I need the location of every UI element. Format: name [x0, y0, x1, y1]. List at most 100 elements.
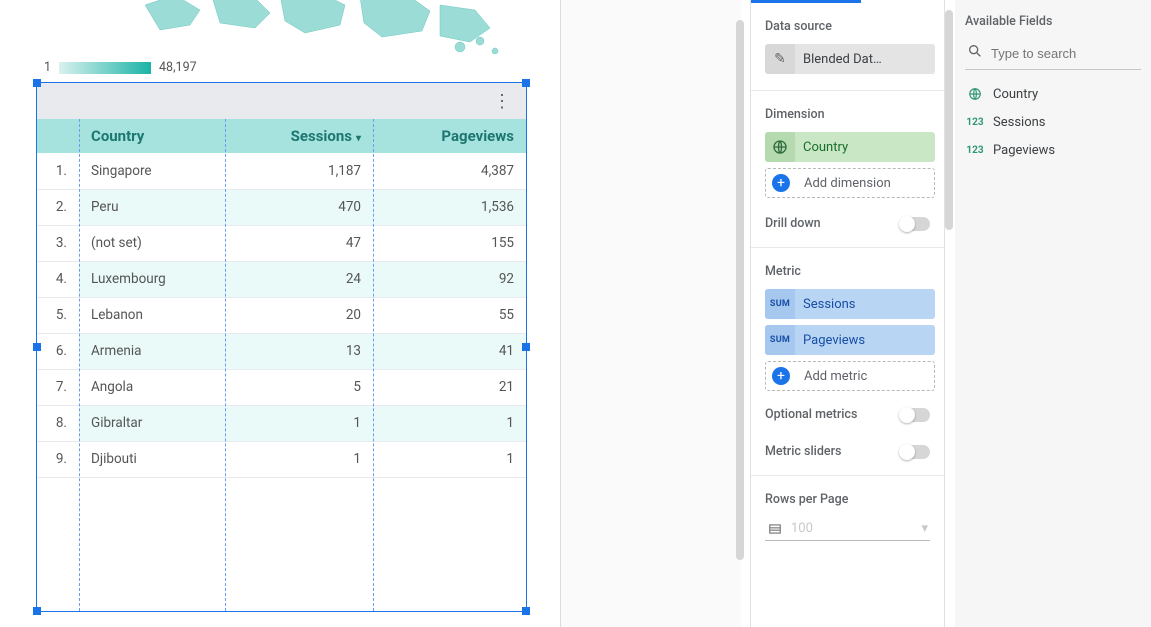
add-metric-button[interactable]: + Add metric	[765, 361, 935, 391]
row-sessions: 47	[225, 225, 373, 261]
config-panel: Data source ✎ Blended Dat… Dimension Cou…	[750, 0, 945, 627]
table-row[interactable]: 8.Gibraltar11	[37, 405, 526, 441]
row-sessions: 1	[225, 405, 373, 441]
canvas-gutter	[561, 0, 741, 627]
add-dimension-label: Add dimension	[796, 176, 934, 191]
plus-icon: +	[772, 367, 790, 385]
row-country: Peru	[79, 189, 225, 225]
number-icon: 123	[965, 145, 985, 156]
row-sessions: 20	[225, 297, 373, 333]
row-index: 7.	[37, 369, 79, 405]
col-sessions[interactable]: Sessions	[225, 119, 373, 153]
number-icon: 123	[965, 117, 985, 128]
row-sessions: 24	[225, 261, 373, 297]
plus-icon: +	[772, 174, 790, 192]
field-item[interactable]: 123 Pageviews	[965, 136, 1141, 164]
resize-handle[interactable]	[33, 343, 41, 351]
metric-sliders-label: Metric sliders	[765, 444, 841, 459]
row-pageviews: 55	[373, 297, 526, 333]
metric-sliders-toggle[interactable]	[900, 445, 930, 459]
search-icon	[967, 43, 983, 63]
dimension-label: Dimension	[765, 107, 930, 122]
fields-title: Available Fields	[965, 14, 1141, 29]
rows-per-page-dropdown[interactable]: 100 ▾	[765, 517, 930, 541]
globe-icon	[965, 87, 985, 101]
table-row[interactable]: 5.Lebanon2055	[37, 297, 526, 333]
drill-down-label: Drill down	[765, 216, 821, 231]
dimension-value: Country	[795, 140, 935, 155]
row-country: Luxembourg	[79, 261, 225, 297]
metric-value: Pageviews	[795, 333, 935, 348]
scrollbar[interactable]	[945, 10, 953, 230]
row-pageviews: 155	[373, 225, 526, 261]
table-row[interactable]: 6.Armenia1341	[37, 333, 526, 369]
data-source-value: Blended Dat…	[795, 52, 935, 67]
field-label: Pageviews	[993, 143, 1055, 158]
row-index: 4.	[37, 261, 79, 297]
resize-handle[interactable]	[522, 343, 530, 351]
col-country[interactable]: Country	[79, 119, 225, 153]
row-sessions: 470	[225, 189, 373, 225]
table-row[interactable]: 1.Singapore1,1874,387	[37, 153, 526, 189]
legend-max: 48,197	[159, 60, 197, 75]
kebab-menu-icon[interactable]: ⋮	[490, 89, 514, 113]
map-stub	[140, 0, 520, 60]
resize-handle[interactable]	[522, 607, 530, 615]
metric-label: Metric	[765, 264, 930, 279]
metric-chip-pageviews[interactable]: SUM Pageviews	[765, 325, 935, 355]
row-index: 1.	[37, 153, 79, 189]
col-index	[37, 119, 79, 153]
legend-min: 1	[44, 60, 51, 75]
scrollbar[interactable]	[736, 20, 744, 560]
table-row[interactable]: 7.Angola521	[37, 369, 526, 405]
row-sessions: 1,187	[225, 153, 373, 189]
metric-chip-sessions[interactable]: SUM Sessions	[765, 289, 935, 319]
rows-per-page-value: 100	[791, 521, 813, 536]
row-country: Angola	[79, 369, 225, 405]
drill-down-toggle[interactable]	[900, 217, 930, 231]
row-index: 8.	[37, 405, 79, 441]
canvas: 1 48,197 ⋮ Country Sessions Pageviews	[0, 0, 560, 627]
row-index: 3.	[37, 225, 79, 261]
field-label: Sessions	[993, 115, 1046, 130]
table-row[interactable]: 2.Peru4701,536	[37, 189, 526, 225]
list-icon	[767, 522, 783, 536]
table-row[interactable]: 4.Luxembourg2492	[37, 261, 526, 297]
field-label: Country	[993, 87, 1038, 102]
field-item[interactable]: 123 Sessions	[965, 108, 1141, 136]
row-pageviews: 4,387	[373, 153, 526, 189]
globe-icon	[765, 132, 795, 162]
col-pageviews[interactable]: Pageviews	[373, 119, 526, 153]
row-index: 9.	[37, 441, 79, 477]
rows-per-page-label: Rows per Page	[765, 492, 930, 507]
resize-handle[interactable]	[522, 79, 530, 87]
optional-metrics-label: Optional metrics	[765, 407, 857, 422]
row-pageviews: 41	[373, 333, 526, 369]
table-row[interactable]: 3.(not set)47155	[37, 225, 526, 261]
row-country: Djibouti	[79, 441, 225, 477]
field-item[interactable]: Country	[965, 80, 1141, 108]
resize-handle[interactable]	[33, 79, 41, 87]
row-country: (not set)	[79, 225, 225, 261]
data-table: Country Sessions Pageviews 1.Singapore1,…	[37, 119, 526, 478]
resize-handle[interactable]	[33, 607, 41, 615]
row-pageviews: 1	[373, 441, 526, 477]
dimension-chip-country[interactable]: Country	[765, 132, 935, 162]
sum-badge: SUM	[765, 325, 795, 355]
sum-badge: SUM	[765, 289, 795, 319]
table-row[interactable]: 9.Djibouti11	[37, 441, 526, 477]
fields-search-input[interactable]	[991, 46, 1151, 61]
row-country: Lebanon	[79, 297, 225, 333]
table-toolbar: ⋮	[37, 83, 526, 119]
add-dimension-button[interactable]: + Add dimension	[765, 168, 935, 198]
row-pageviews: 21	[373, 369, 526, 405]
metric-value: Sessions	[795, 297, 935, 312]
data-source-chip[interactable]: ✎ Blended Dat…	[765, 44, 935, 74]
table-component[interactable]: ⋮ Country Sessions Pageviews 1.Singapore…	[36, 82, 527, 612]
row-country: Singapore	[79, 153, 225, 189]
data-source-label: Data source	[765, 19, 930, 34]
optional-metrics-toggle[interactable]	[900, 408, 930, 422]
chevron-down-icon: ▾	[921, 521, 928, 536]
row-index: 6.	[37, 333, 79, 369]
row-pageviews: 92	[373, 261, 526, 297]
